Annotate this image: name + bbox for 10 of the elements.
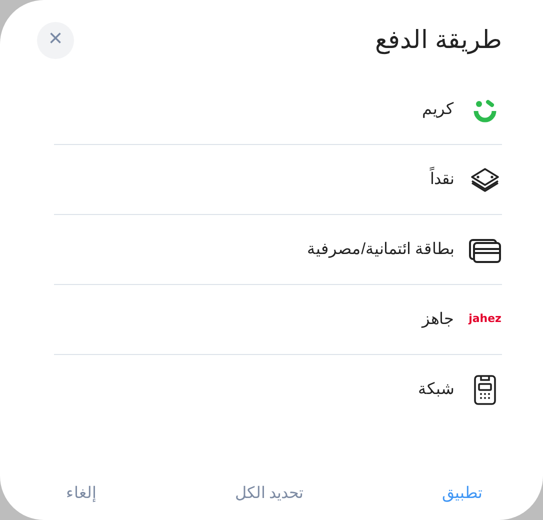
payment-option[interactable]: كريم <box>422 98 454 122</box>
payment-option[interactable]: جاهز <box>422 308 454 332</box>
brand-logo: jahez <box>468 311 502 328</box>
payment-option[interactable]: بطاقة ائتمانية/مصرفية <box>307 238 454 262</box>
payment-option[interactable]: نقداً <box>430 168 454 192</box>
card-icon <box>469 236 501 262</box>
payment-option[interactable]: شبكة <box>418 378 454 402</box>
dialog-title: طريقة الدفع <box>375 25 502 56</box>
card-terminal-icon <box>474 375 496 405</box>
money-stack-icon <box>470 166 500 192</box>
